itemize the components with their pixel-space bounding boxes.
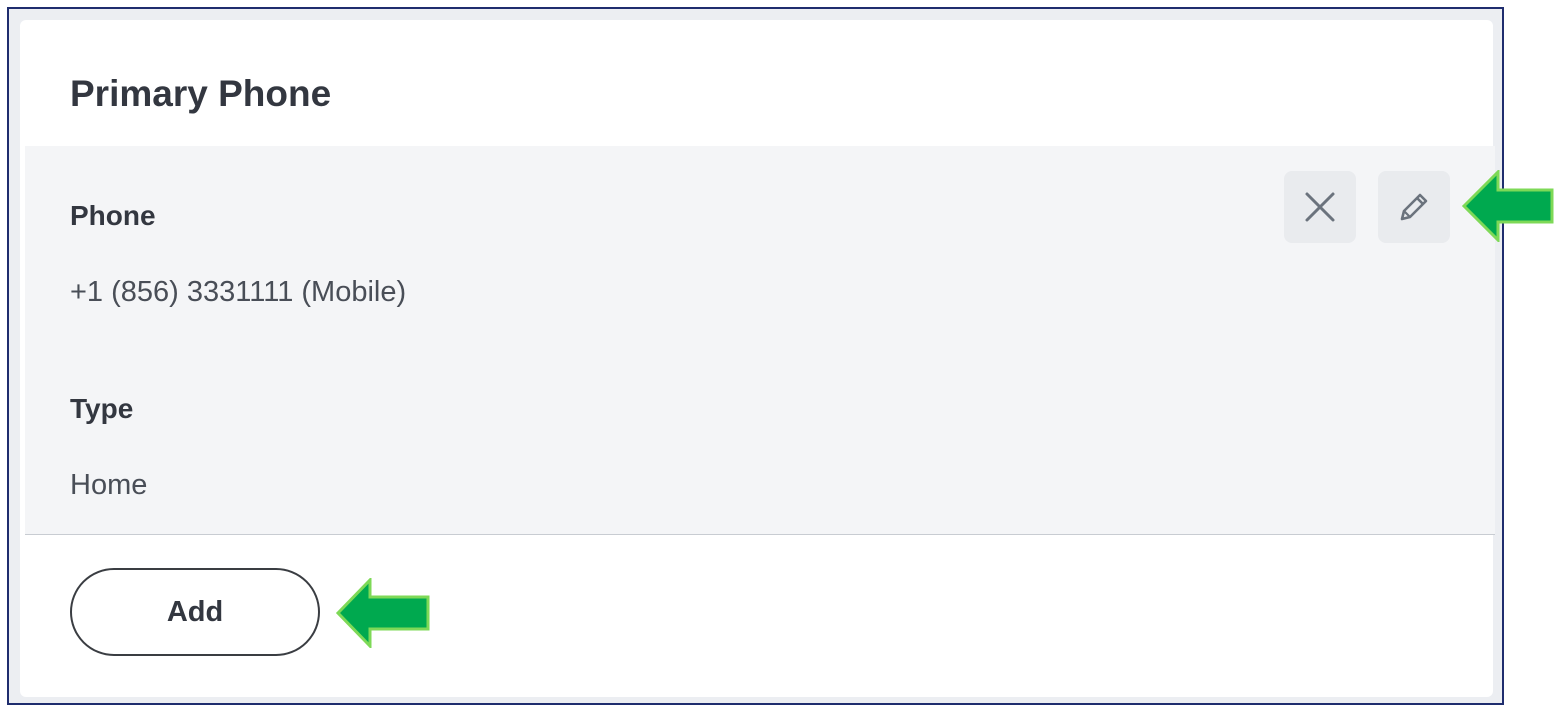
card-title: Primary Phone	[70, 73, 332, 114]
add-button[interactable]: Add	[70, 568, 320, 656]
type-label: Type	[70, 393, 134, 424]
screenshot-frame: Primary Phone Phone +1 (856) 3331111 (Mo…	[7, 7, 1504, 705]
primary-phone-card: Primary Phone Phone +1 (856) 3331111 (Mo…	[20, 20, 1495, 697]
phone-entry-panel: Phone +1 (856) 3331111 (Mobile) Type Hom…	[25, 146, 1495, 535]
phone-value: +1 (856) 3331111 (Mobile)	[70, 276, 407, 308]
annotation-arrow-edit	[1462, 170, 1554, 242]
type-value: Home	[70, 469, 148, 501]
edit-button[interactable]	[1378, 171, 1450, 243]
phone-label: Phone	[70, 200, 156, 231]
annotation-arrow-add	[336, 578, 430, 648]
close-icon	[1305, 192, 1335, 222]
pencil-icon	[1400, 193, 1428, 221]
delete-button[interactable]	[1284, 171, 1356, 243]
